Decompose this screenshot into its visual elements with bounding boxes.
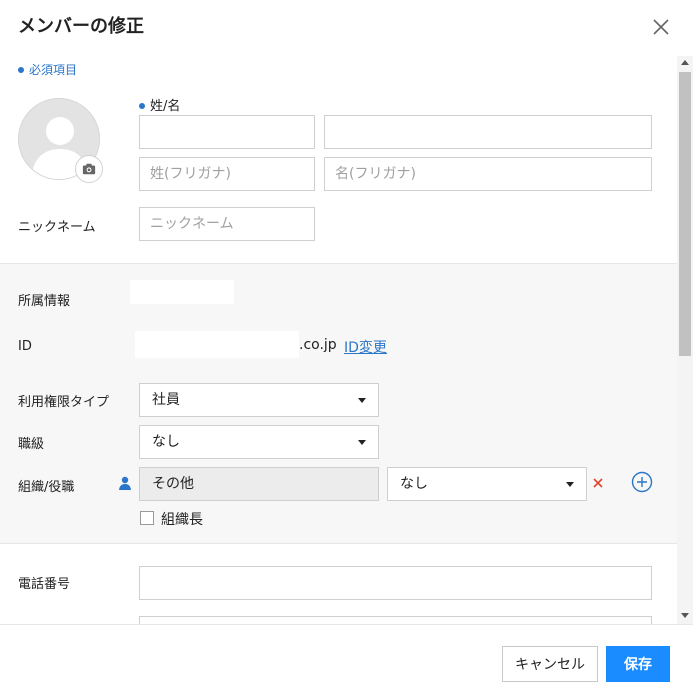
first-name-kana-input[interactable]: [324, 157, 652, 191]
caret-down-icon: [358, 440, 366, 445]
scroll-down-icon[interactable]: [681, 613, 689, 618]
required-dot-icon: [139, 102, 145, 109]
job-level-select[interactable]: なし: [139, 425, 379, 459]
nickname-input[interactable]: [139, 207, 315, 241]
next-field-input[interactable]: [139, 616, 652, 624]
scroll-thumb[interactable]: [679, 72, 691, 356]
permission-type-select[interactable]: 社員: [139, 383, 379, 417]
job-level-value: なし: [152, 434, 180, 450]
caret-down-icon: [566, 482, 574, 487]
scroll-up-icon[interactable]: [681, 60, 689, 65]
remove-icon[interactable]: [590, 475, 606, 491]
nickname-label: ニックネーム: [18, 220, 96, 235]
org-value: その他: [152, 476, 194, 492]
job-level-label: 職級: [18, 437, 45, 452]
required-note: 必須項目: [18, 61, 77, 78]
add-circle-icon[interactable]: [631, 471, 653, 493]
dialog-footer: キャンセル 保存: [0, 624, 693, 696]
first-name-input[interactable]: [324, 115, 652, 149]
org-head-label: 組織長: [161, 512, 203, 528]
close-icon[interactable]: [648, 14, 674, 40]
id-label: ID: [18, 339, 32, 354]
form-scroll-area[interactable]: 必須項目 姓/名 ニックネーム 所属情報 ID: [0, 56, 693, 624]
camera-icon[interactable]: [75, 155, 103, 183]
org-role-label: 組織/役職: [18, 480, 75, 495]
org-select: その他: [139, 467, 379, 501]
org-head-checkbox[interactable]: [140, 511, 154, 525]
id-domain: .co.jp: [299, 337, 337, 353]
name-label-text: 姓/名: [150, 99, 181, 114]
affiliation-label: 所属情報: [18, 294, 71, 309]
permission-type-label: 利用権限タイプ: [18, 395, 110, 410]
affiliation-value: [130, 280, 234, 304]
role-select[interactable]: なし: [387, 467, 587, 501]
caret-down-icon: [358, 398, 366, 403]
person-icon: [117, 475, 133, 491]
vertical-scrollbar[interactable]: [677, 56, 693, 624]
required-dot-icon: [18, 66, 24, 73]
phone-label: 電話番号: [18, 577, 71, 592]
role-value: なし: [400, 476, 428, 492]
id-value: [135, 331, 299, 358]
cancel-button[interactable]: キャンセル: [502, 646, 598, 682]
name-label: 姓/名: [139, 95, 180, 114]
dialog-title: メンバーの修正: [18, 16, 144, 37]
id-change-link[interactable]: ID変更: [344, 337, 387, 357]
permission-type-value: 社員: [152, 392, 180, 408]
phone-input[interactable]: [139, 566, 652, 600]
edit-member-dialog: メンバーの修正 必須項目 姓/名 ニックネ: [0, 0, 693, 696]
last-name-kana-input[interactable]: [139, 157, 315, 191]
required-note-text: 必須項目: [29, 63, 78, 77]
last-name-input[interactable]: [139, 115, 315, 149]
save-button[interactable]: 保存: [606, 646, 670, 682]
